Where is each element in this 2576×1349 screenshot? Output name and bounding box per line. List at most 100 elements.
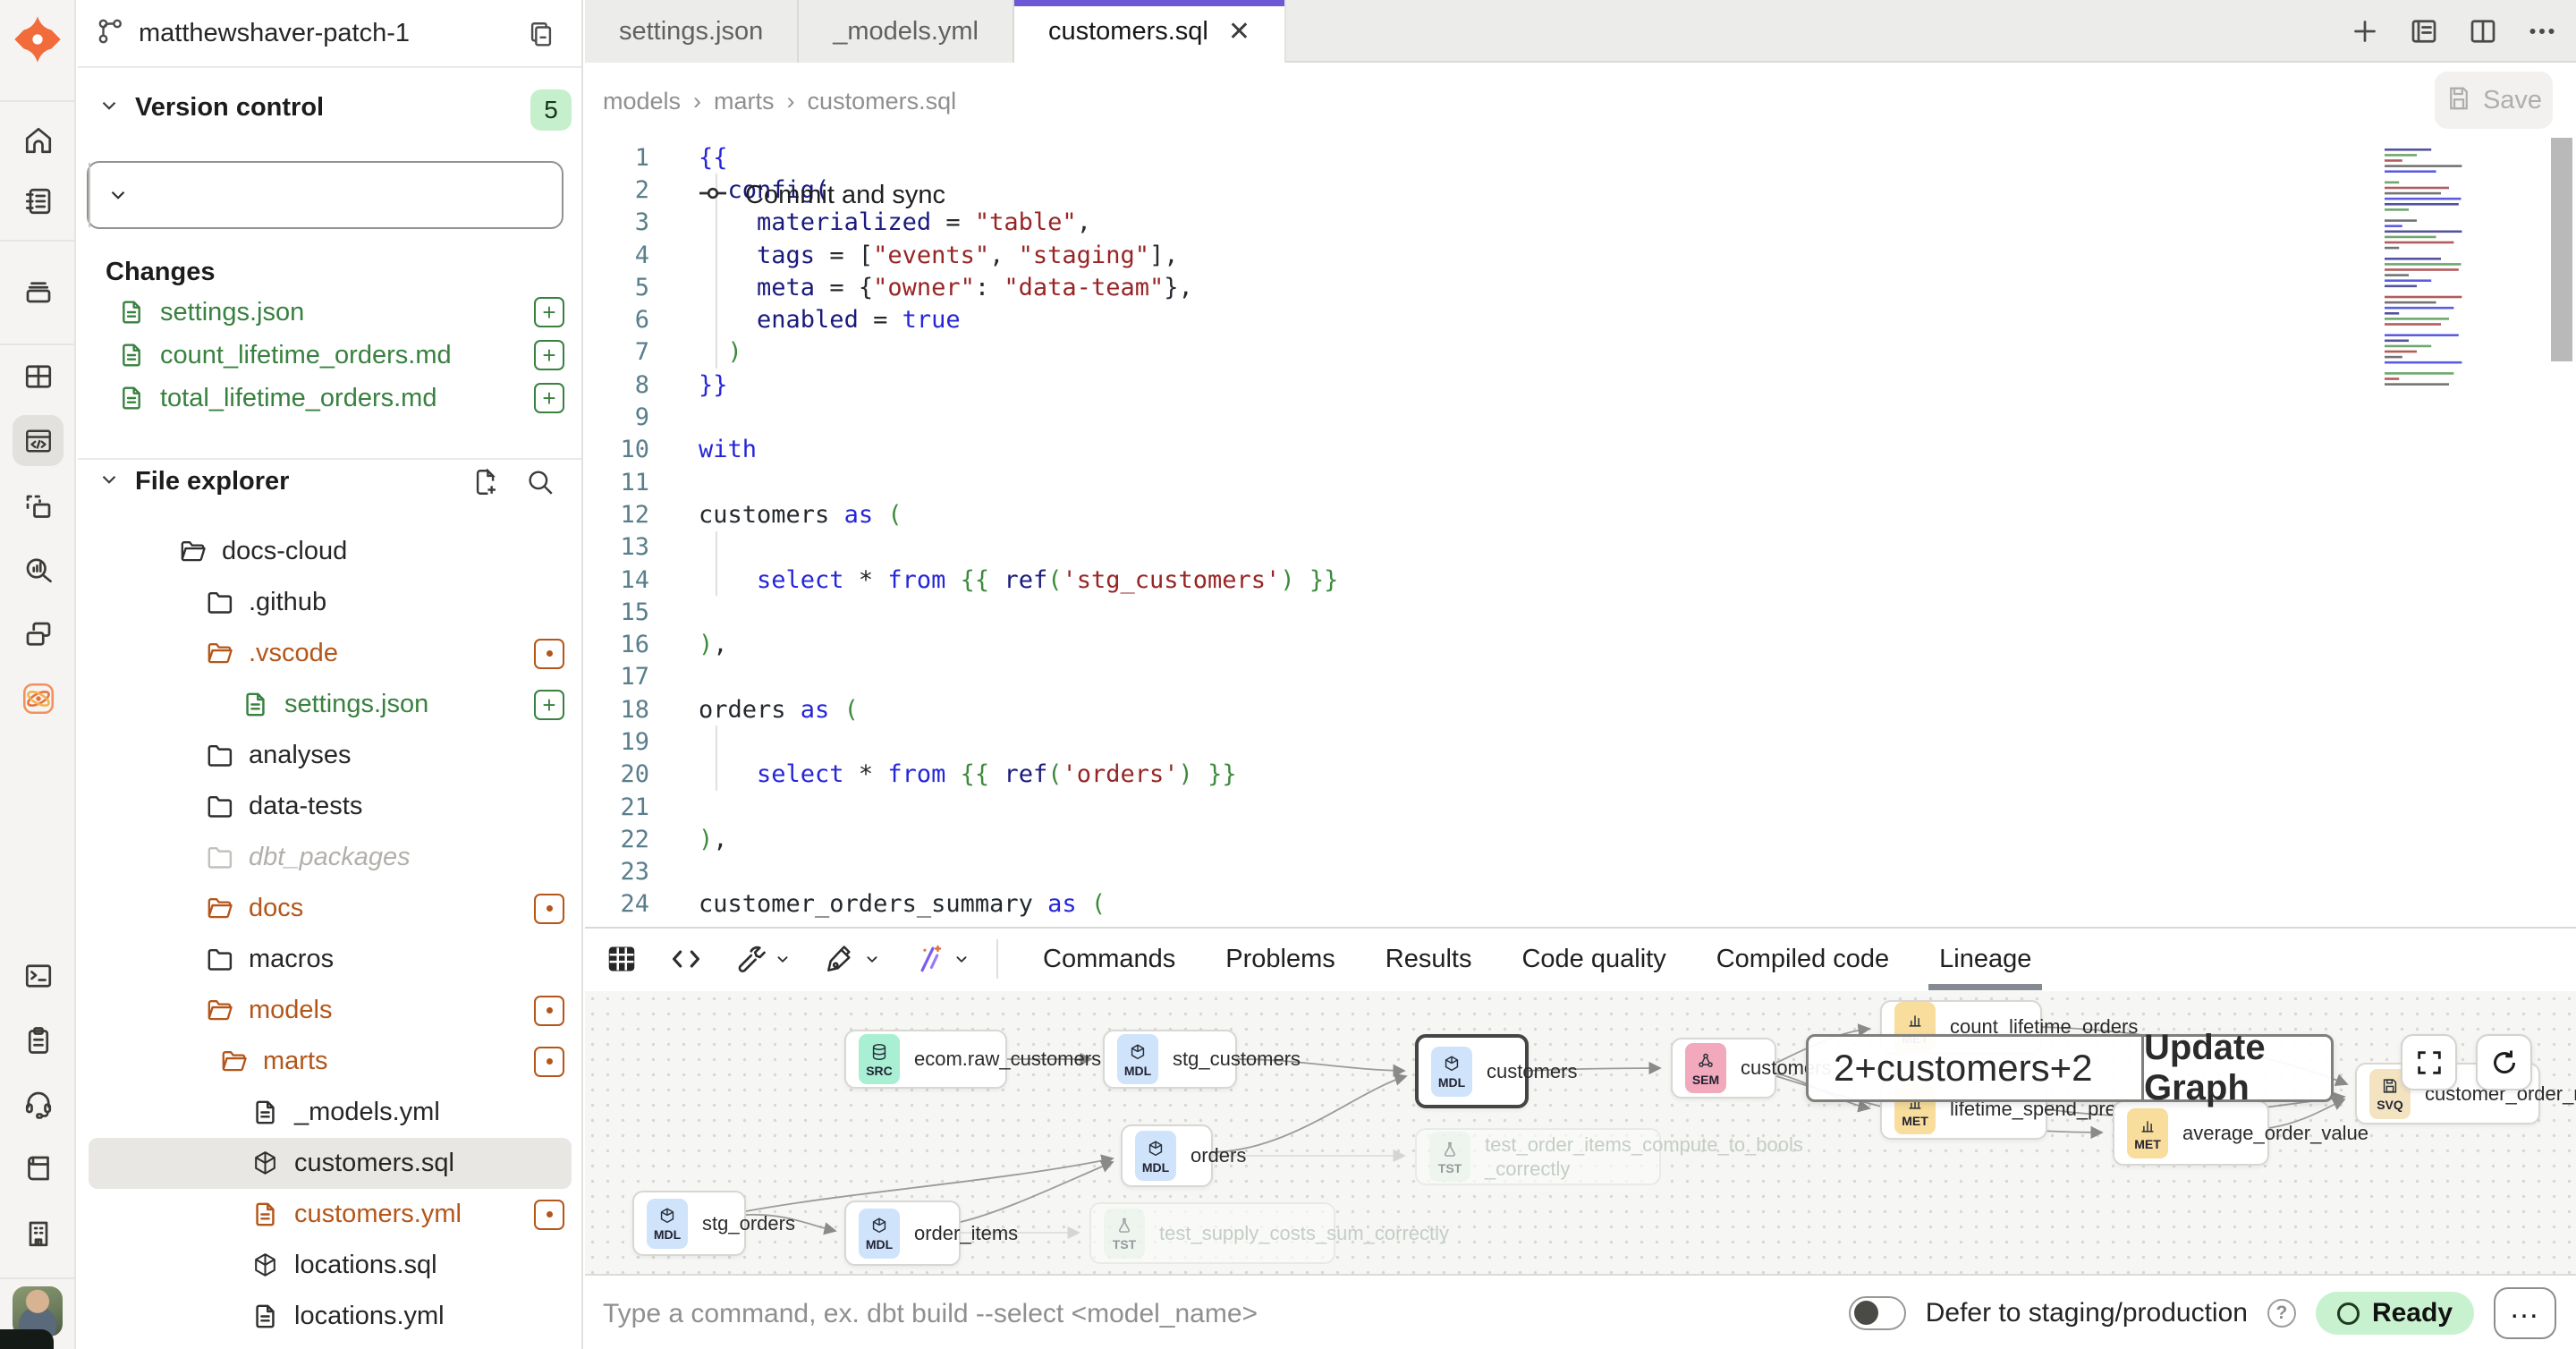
tree-item-macros[interactable]: macros	[89, 934, 572, 985]
status-badge[interactable]: Ready	[2316, 1292, 2474, 1335]
code-line-8[interactable]: 8}}	[585, 369, 2576, 401]
code-line-6[interactable]: 6 enabled = true	[585, 303, 2576, 335]
rail-building-icon[interactable]	[13, 1208, 64, 1259]
panel-tab-commands[interactable]: Commands	[1018, 928, 1200, 990]
rail-insights-icon[interactable]	[13, 544, 64, 595]
lineage-node-average_order_value[interactable]: MET average_order_value	[2113, 1100, 2269, 1166]
rail-dbt-copilot-icon[interactable]	[13, 673, 64, 724]
tree-item-analyses[interactable]: analyses	[89, 730, 572, 781]
tree-item-locations.sql[interactable]: locations.sql	[89, 1240, 572, 1291]
tree-item-_models.yml[interactable]: _models.yml	[89, 1087, 572, 1138]
code-line-7[interactable]: 7 )	[585, 336, 2576, 369]
code-icon[interactable]	[669, 942, 703, 976]
copy-branch-icon[interactable]	[526, 20, 556, 55]
code-line-16[interactable]: 16),	[585, 628, 2576, 660]
more-icon[interactable]	[2526, 15, 2558, 47]
panel-tab-code-quality[interactable]: Code quality	[1496, 928, 1690, 990]
lineage-node-test_order_items_compute_to_bools[interactable]: TST test_order_items_compute_to_bools _c…	[1415, 1128, 1661, 1185]
code-line-12[interactable]: 12customers as (	[585, 498, 2576, 530]
panel-tab-compiled-code[interactable]: Compiled code	[1691, 928, 1914, 990]
code-line-18[interactable]: 18orders as (	[585, 693, 2576, 725]
rail-windows-icon[interactable]	[13, 608, 64, 659]
lineage-node-customers[interactable]: MDL customers	[1415, 1034, 1529, 1108]
dbt-logo-icon[interactable]	[13, 14, 63, 64]
lineage-node-order_items[interactable]: MDL order_items	[844, 1201, 961, 1266]
changed-file[interactable]: count_lifetime_orders.md +	[78, 334, 581, 377]
code-line-17[interactable]: 17	[585, 661, 2576, 693]
rail-archive-icon[interactable]	[13, 265, 64, 316]
tree-item-customers.sql[interactable]: customers.sql	[89, 1138, 572, 1189]
code-line-13[interactable]: 13	[585, 531, 2576, 564]
code-editor[interactable]: 1{{2 config(3 materialized = "table",4 t…	[585, 136, 2576, 927]
lineage-selector-input[interactable]: 2+customers+2	[1809, 1037, 2141, 1099]
split-pane-icon[interactable]	[2467, 15, 2499, 47]
tree-item-.github[interactable]: .github	[89, 577, 572, 628]
results-table-icon[interactable]	[605, 942, 639, 976]
tree-item-marts[interactable]: marts	[89, 1036, 572, 1087]
tree-item-locations.yml[interactable]: locations.yml	[89, 1291, 572, 1342]
tab-settings.json[interactable]: settings.json	[585, 0, 799, 63]
rail-headset-icon[interactable]	[13, 1078, 64, 1129]
code-line-9[interactable]: 9	[585, 401, 2576, 433]
code-line-14[interactable]: 14 select * from {{ ref('stg_customers')…	[585, 564, 2576, 596]
tab-_models.yml[interactable]: _models.yml	[799, 0, 1014, 63]
code-line-21[interactable]: 21	[585, 791, 2576, 823]
version-control-section[interactable]: Version control	[97, 93, 324, 123]
fullscreen-icon[interactable]	[2401, 1034, 2457, 1090]
plus-icon[interactable]	[2349, 15, 2381, 47]
more-options-button[interactable]: …	[2494, 1287, 2556, 1339]
rail-code-editor-icon[interactable]	[13, 415, 64, 466]
close-icon[interactable]: ✕	[1228, 16, 1250, 47]
breadcrumb-models[interactable]: models	[603, 88, 681, 115]
tree-item-dbt_packages[interactable]: dbt_packages	[89, 832, 572, 883]
update-graph-button[interactable]: Update Graph	[2141, 1037, 2331, 1099]
panel-tab-problems[interactable]: Problems	[1200, 928, 1360, 990]
ai-sparkle-icon[interactable]	[912, 942, 971, 976]
tab-customers.sql[interactable]: customers.sql✕	[1014, 0, 1286, 63]
format-nib-icon[interactable]	[823, 942, 882, 976]
breadcrumb-marts[interactable]: marts	[714, 88, 775, 115]
lineage-node-ecom.raw_customers[interactable]: SRC ecom.raw_customers	[844, 1030, 1007, 1089]
commit-dropdown-button[interactable]	[89, 163, 146, 227]
question-icon[interactable]: ?	[2267, 1299, 2296, 1328]
command-input[interactable]: Type a command, ex. dbt build --select <…	[603, 1299, 1258, 1329]
stage-file-button[interactable]: +	[534, 297, 564, 327]
tree-item-settings.json[interactable]: settings.json+	[89, 679, 572, 730]
changed-file[interactable]: settings.json +	[78, 291, 581, 334]
rail-notebook-icon[interactable]	[13, 175, 64, 226]
rail-terminal-icon[interactable]	[13, 950, 64, 1001]
panel-tab-lineage[interactable]: Lineage	[1914, 928, 2056, 990]
lineage-node-stg_orders[interactable]: MDL stg_orders	[632, 1191, 746, 1256]
code-line-4[interactable]: 4 tags = ["events", "staging"],	[585, 239, 2576, 271]
rail-book-icon[interactable]	[13, 1142, 64, 1193]
new-file-icon[interactable]	[471, 467, 502, 502]
rail-clipboard-icon[interactable]	[13, 1014, 64, 1065]
lineage-node-stg_customers[interactable]: MDL stg_customers	[1103, 1030, 1237, 1089]
rail-dashboard-icon[interactable]	[13, 351, 64, 402]
stage-file-button[interactable]: +	[534, 383, 564, 413]
code-line-23[interactable]: 23	[585, 856, 2576, 888]
refresh-icon[interactable]	[2476, 1034, 2532, 1090]
lineage-node-orders[interactable]: MDL orders	[1121, 1124, 1213, 1187]
tree-item-data-tests[interactable]: data-tests	[89, 781, 572, 832]
tree-item-docs[interactable]: docs	[89, 883, 572, 934]
rail-home-icon[interactable]	[13, 115, 64, 165]
breadcrumb-file[interactable]: customers.sql	[808, 88, 957, 115]
search-icon[interactable]	[525, 467, 555, 502]
tree-item-customers.yml[interactable]: customers.yml	[89, 1189, 572, 1240]
changed-file[interactable]: total_lifetime_orders.md +	[78, 377, 581, 420]
stage-file-button[interactable]: +	[534, 340, 564, 370]
rail-canvas-icon[interactable]	[13, 481, 64, 532]
defer-toggle[interactable]	[1849, 1296, 1906, 1330]
lineage-node-customers[interactable]: SEM customers	[1671, 1038, 1776, 1099]
code-line-24[interactable]: 24customer_orders_summary as (	[585, 888, 2576, 921]
build-wrench-icon[interactable]	[733, 942, 792, 976]
code-line-20[interactable]: 20 select * from {{ ref('orders') }}	[585, 759, 2576, 791]
code-line-11[interactable]: 11	[585, 466, 2576, 498]
panel-tab-results[interactable]: Results	[1360, 928, 1497, 990]
commit-and-sync-main[interactable]: Commit and sync	[674, 163, 2576, 227]
save-button[interactable]: Save	[2435, 72, 2553, 129]
code-line-15[interactable]: 15	[585, 596, 2576, 628]
tree-item-.vscode[interactable]: .vscode	[89, 628, 572, 679]
code-line-10[interactable]: 10with	[585, 434, 2576, 466]
